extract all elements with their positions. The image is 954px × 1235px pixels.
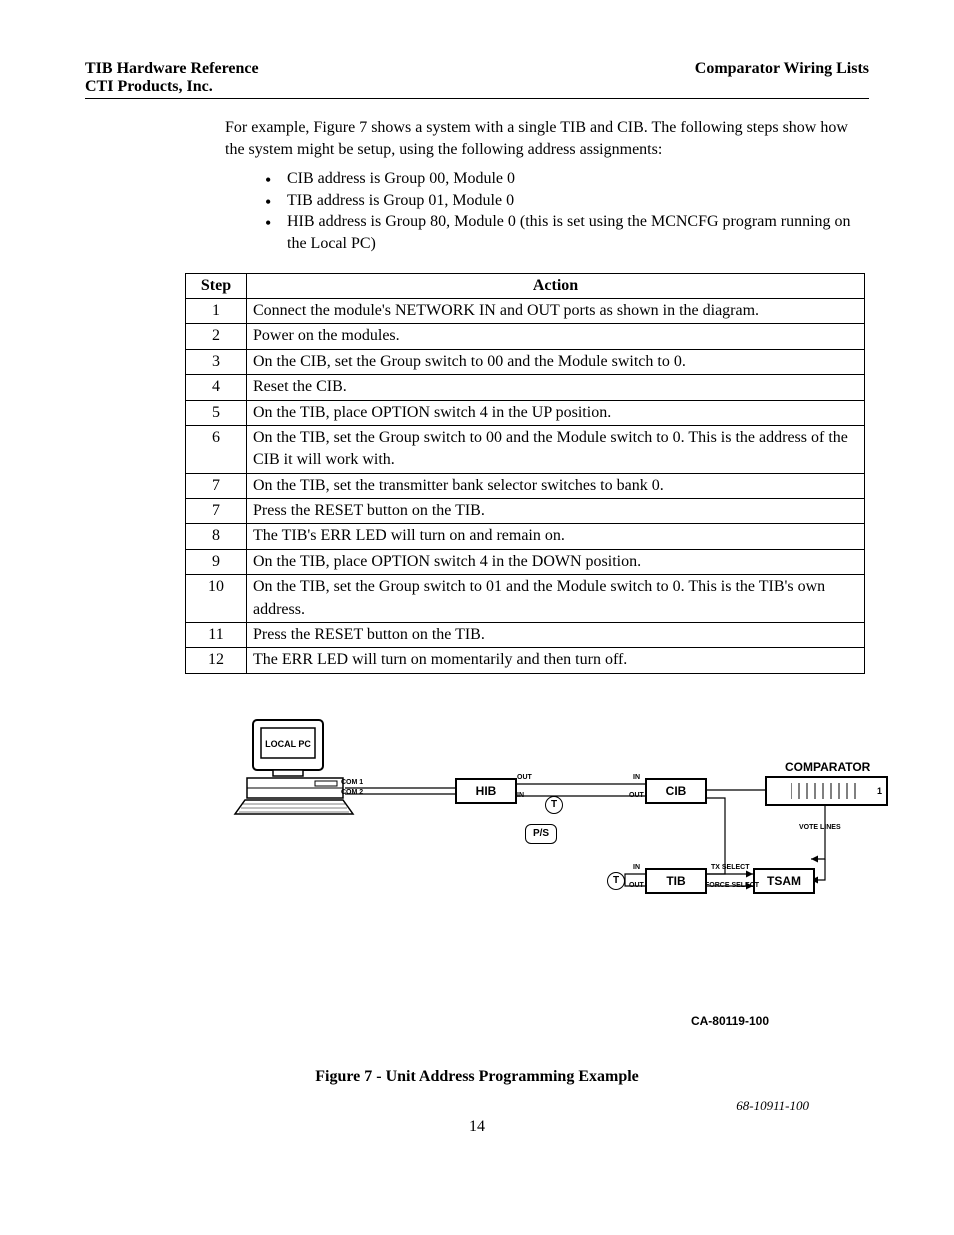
table-row: 1Connect the module's NETWORK IN and OUT… (186, 298, 865, 323)
in-label: IN (633, 864, 640, 871)
action-cell: On the CIB, set the Group switch to 00 a… (247, 349, 865, 374)
table-row: 5On the TIB, place OPTION switch 4 in th… (186, 400, 865, 425)
action-cell: On the TIB, set the transmitter bank sel… (247, 473, 865, 498)
comparator-label: COMPARATOR (785, 760, 870, 774)
tx-select-label: TX SELECT (711, 864, 750, 871)
header-left: TIB Hardware Reference CTI Products, Inc… (85, 60, 259, 96)
cib-box: CIB (645, 778, 707, 804)
action-cell: On the TIB, place OPTION switch 4 in the… (247, 400, 865, 425)
page-number: 14 (85, 1118, 869, 1136)
step-cell: 2 (186, 324, 247, 349)
table-row: 7Press the RESET button on the TIB. (186, 499, 865, 524)
action-cell: Reset the CIB. (247, 375, 865, 400)
terminator-icon: T (545, 796, 563, 814)
steps-table: Step Action 1Connect the module's NETWOR… (185, 273, 865, 674)
bullet-item: HIB address is Group 80, Module 0 (this … (265, 211, 869, 254)
com1-label: COM 1 (341, 779, 363, 786)
col-action: Action (247, 273, 865, 298)
table-row: 4Reset the CIB. (186, 375, 865, 400)
step-cell: 10 (186, 575, 247, 623)
step-cell: 5 (186, 400, 247, 425)
com2-label: COM 2 (341, 789, 363, 796)
table-row: 12The ERR LED will turn on momentarily a… (186, 648, 865, 673)
in-label: IN (517, 792, 524, 799)
out-label: OUT (629, 882, 644, 889)
table-row: 8The TIB's ERR LED will turn on and rema… (186, 524, 865, 549)
comparator-box: 1 (765, 776, 888, 806)
step-cell: 7 (186, 499, 247, 524)
header-title: TIB Hardware Reference (85, 60, 259, 78)
comparator-slots-icon (791, 781, 871, 801)
action-cell: On the TIB, set the Group switch to 01 a… (247, 575, 865, 623)
step-cell: 1 (186, 298, 247, 323)
out-label: OUT (629, 792, 644, 799)
figure-diagram: LOCAL PC (225, 714, 869, 974)
step-cell: 11 (186, 623, 247, 648)
force-select-label: FORCE SELECT (705, 882, 759, 889)
comparator-one: 1 (877, 786, 882, 796)
action-cell: Press the RESET button on the TIB. (247, 499, 865, 524)
action-cell: On the TIB, set the Group switch to 00 a… (247, 425, 865, 473)
bullet-list: CIB address is Group 00, Module 0 TIB ad… (265, 168, 869, 254)
page-header: TIB Hardware Reference CTI Products, Inc… (85, 60, 869, 99)
bullet-item: CIB address is Group 00, Module 0 (265, 168, 869, 190)
table-row: 3On the CIB, set the Group switch to 00 … (186, 349, 865, 374)
figure-caption: Figure 7 - Unit Address Programming Exam… (85, 1068, 869, 1086)
out-label: OUT (517, 774, 532, 781)
table-row: 7On the TIB, set the transmitter bank se… (186, 473, 865, 498)
action-cell: The TIB's ERR LED will turn on and remai… (247, 524, 865, 549)
step-cell: 6 (186, 425, 247, 473)
action-cell: Connect the module's NETWORK IN and OUT … (247, 298, 865, 323)
table-row: 6On the TIB, set the Group switch to 00 … (186, 425, 865, 473)
table-row: 10On the TIB, set the Group switch to 01… (186, 575, 865, 623)
action-cell: The ERR LED will turn on momentarily and… (247, 648, 865, 673)
in-label: IN (633, 774, 640, 781)
table-row: 11Press the RESET button on the TIB. (186, 623, 865, 648)
header-right: Comparator Wiring Lists (695, 60, 869, 96)
vote-lines-label: VOTE LINES (799, 824, 841, 831)
action-cell: Press the RESET button on the TIB. (247, 623, 865, 648)
col-step: Step (186, 273, 247, 298)
action-cell: On the TIB, place OPTION switch 4 in the… (247, 549, 865, 574)
document-number: 68-10911-100 (85, 1098, 809, 1114)
part-number: CA-80119-100 (85, 1014, 769, 1028)
header-company: CTI Products, Inc. (85, 78, 259, 96)
terminator-icon: T (607, 872, 625, 890)
step-cell: 7 (186, 473, 247, 498)
intro-paragraph: For example, Figure 7 shows a system wit… (225, 117, 869, 160)
tsam-box: TSAM (753, 868, 815, 894)
step-cell: 4 (186, 375, 247, 400)
step-cell: 9 (186, 549, 247, 574)
ps-box: P/S (525, 824, 557, 844)
steps-body: 1Connect the module's NETWORK IN and OUT… (186, 298, 865, 673)
table-row: 9On the TIB, place OPTION switch 4 in th… (186, 549, 865, 574)
step-cell: 3 (186, 349, 247, 374)
hib-box: HIB (455, 778, 517, 804)
action-cell: Power on the modules. (247, 324, 865, 349)
bullet-item: TIB address is Group 01, Module 0 (265, 190, 869, 212)
table-row: 2Power on the modules. (186, 324, 865, 349)
step-cell: 12 (186, 648, 247, 673)
wiring-lines (225, 714, 925, 974)
tib-box: TIB (645, 868, 707, 894)
step-cell: 8 (186, 524, 247, 549)
